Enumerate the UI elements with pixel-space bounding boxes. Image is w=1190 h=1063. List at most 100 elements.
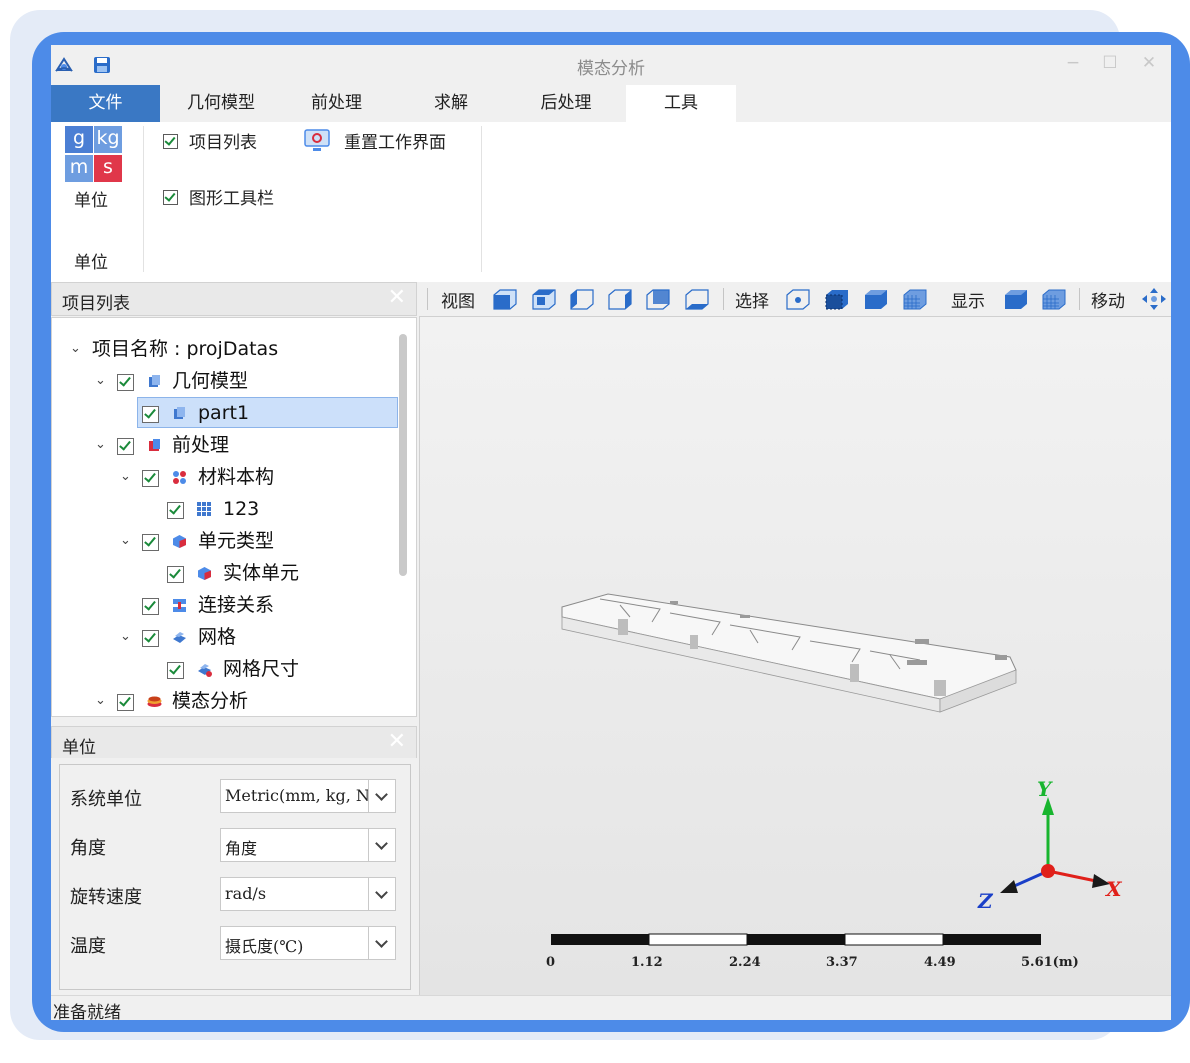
- back-view-icon[interactable]: [645, 287, 671, 311]
- angle-select[interactable]: 角度: [220, 828, 396, 862]
- chevron-down-icon[interactable]: ⌄: [120, 621, 131, 653]
- tab-solve[interactable]: 求解: [396, 85, 506, 122]
- tree-checkbox[interactable]: [167, 662, 184, 679]
- toolbar-grip: [427, 288, 428, 310]
- view-label: 视图: [441, 292, 475, 312]
- chevron-down-icon[interactable]: ⌄: [70, 333, 81, 365]
- reset-workspace-icon[interactable]: [303, 128, 331, 154]
- unit-panel-close-button[interactable]: ✕: [388, 729, 406, 754]
- tab-preprocess[interactable]: 前处理: [283, 85, 390, 122]
- display-label: 显示: [951, 292, 985, 312]
- solid-element-icon: [198, 567, 211, 580]
- chevron-down-icon[interactable]: ⌄: [95, 365, 106, 397]
- project-panel-close-button[interactable]: ✕: [388, 285, 406, 310]
- unit-settings-box: 系统单位 Metric(mm, kg, N, s) 角度 角度 旋转速度 rad…: [59, 764, 411, 990]
- modal-analysis-icon: [147, 696, 162, 707]
- maximize-button[interactable]: ☐: [1098, 53, 1122, 73]
- close-button[interactable]: ✕: [1137, 53, 1161, 73]
- right-view-icon[interactable]: [607, 287, 633, 311]
- rotation-speed-label: 旋转速度: [70, 887, 142, 908]
- mesh-icon: [173, 632, 186, 643]
- minimize-button[interactable]: −: [1061, 53, 1085, 73]
- tree-item-part[interactable]: part1: [52, 397, 392, 429]
- chevron-down-icon[interactable]: [368, 780, 395, 812]
- chevron-down-icon[interactable]: ⌄: [95, 685, 106, 716]
- left-view-icon[interactable]: [569, 287, 595, 311]
- tree-checkbox[interactable]: [117, 438, 134, 455]
- project-list-checkbox[interactable]: [163, 134, 178, 149]
- select-point-icon[interactable]: [785, 287, 811, 311]
- chevron-down-icon[interactable]: ⌄: [120, 461, 131, 493]
- tab-postprocess[interactable]: 后处理: [511, 85, 621, 122]
- tree-checkbox[interactable]: [142, 406, 159, 423]
- tree-checkbox[interactable]: [142, 534, 159, 551]
- tree-checkbox[interactable]: [117, 694, 134, 711]
- front-view-icon[interactable]: [492, 287, 518, 311]
- geometry-icon: [149, 375, 160, 387]
- tree-item-preprocess[interactable]: ⌄ 前处理: [52, 429, 392, 461]
- chevron-down-icon[interactable]: ⌄: [95, 429, 106, 461]
- scale-bar: [551, 933, 1041, 946]
- temperature-select[interactable]: 摄氏度(℃): [220, 926, 396, 960]
- temperature-value: 摄氏度(℃): [225, 937, 304, 956]
- reset-workspace-label[interactable]: 重置工作界面: [344, 128, 446, 153]
- tree-checkbox[interactable]: [117, 374, 134, 391]
- axis-x-label: X: [1106, 877, 1122, 901]
- axis-y-label: Y: [1037, 777, 1052, 801]
- title-bar: 模态分析 − ☐ ✕: [51, 45, 1171, 85]
- tree-item-label: 123: [223, 498, 260, 520]
- app-window: 模态分析 − ☐ ✕ 文件 几何模型 前处理 求解 后处理 工具 g kg m …: [51, 45, 1171, 1020]
- tree-checkbox[interactable]: [167, 502, 184, 519]
- tree-item-label: 项目名称 : projDatas: [92, 338, 279, 360]
- tab-tools[interactable]: 工具: [626, 85, 736, 122]
- tree-checkbox[interactable]: [167, 566, 184, 583]
- bottom-view-icon[interactable]: [684, 287, 710, 311]
- display-mesh-icon[interactable]: [1041, 287, 1067, 311]
- tab-geometry[interactable]: 几何模型: [164, 85, 278, 122]
- angle-value: 角度: [225, 839, 258, 858]
- chevron-down-icon[interactable]: [368, 927, 395, 959]
- tree-item-mesh[interactable]: ⌄ 网格: [52, 621, 392, 653]
- tree-item-root[interactable]: ⌄ 项目名称 : projDatas: [52, 333, 392, 365]
- select-body-icon[interactable]: [863, 287, 889, 311]
- toolbar-separator: [723, 288, 724, 310]
- project-list-check-label[interactable]: 项目列表: [189, 128, 257, 153]
- tree-item-geometry[interactable]: ⌄ 几何模型: [52, 365, 392, 397]
- select-mesh-icon[interactable]: [902, 287, 928, 311]
- tree-item-element-type[interactable]: ⌄ 单元类型: [52, 525, 392, 557]
- scale-label-1: 1.12: [631, 955, 663, 970]
- select-face-icon[interactable]: [824, 287, 850, 311]
- tree-checkbox[interactable]: [142, 470, 159, 487]
- top-view-icon[interactable]: [531, 287, 557, 311]
- system-unit-label: 系统单位: [70, 789, 142, 810]
- chevron-down-icon[interactable]: ⌄: [120, 525, 131, 557]
- graphic-toolbar-check-label[interactable]: 图形工具栏: [189, 184, 274, 209]
- rotation-speed-select[interactable]: rad/s: [220, 877, 396, 911]
- tree-item-label: 网格: [198, 626, 237, 648]
- system-unit-select[interactable]: Metric(mm, kg, N, s): [220, 779, 396, 813]
- move-icon[interactable]: [1141, 287, 1167, 311]
- unit-icon-kg: kg: [94, 126, 122, 153]
- unit-icon[interactable]: g kg m s: [65, 126, 123, 182]
- chevron-down-icon[interactable]: [368, 829, 395, 861]
- tree-scrollbar[interactable]: [399, 334, 407, 576]
- tree-item-label: 模态分析: [172, 690, 249, 712]
- chevron-down-icon[interactable]: [368, 878, 395, 910]
- tree-checkbox[interactable]: [142, 598, 159, 615]
- tree-item-material-123[interactable]: 123: [52, 493, 392, 525]
- tree-item-connection[interactable]: 连接关系: [52, 589, 392, 621]
- tree-item-modal[interactable]: ⌄ 模态分析: [52, 685, 392, 716]
- unit-button-label[interactable]: 单位: [74, 186, 108, 211]
- display-solid-icon[interactable]: [1003, 287, 1029, 311]
- tree-item-mesh-size[interactable]: 网格尺寸: [52, 653, 392, 685]
- unit-group-label: 单位: [74, 253, 108, 273]
- tree-item-label: 实体单元: [223, 562, 300, 584]
- tree-checkbox[interactable]: [142, 630, 159, 647]
- tree-item-material[interactable]: ⌄ 材料本构: [52, 461, 392, 493]
- graphic-toolbar-checkbox[interactable]: [163, 190, 178, 205]
- scale-label-2: 2.24: [729, 955, 761, 970]
- 3d-viewport[interactable]: 0 1.12 2.24 3.37 4.49 5.61(m) Y X Z: [419, 317, 1171, 995]
- material-icon: [173, 471, 186, 484]
- tree-item-solid-element[interactable]: 实体单元: [52, 557, 392, 589]
- tab-file[interactable]: 文件: [51, 85, 160, 122]
